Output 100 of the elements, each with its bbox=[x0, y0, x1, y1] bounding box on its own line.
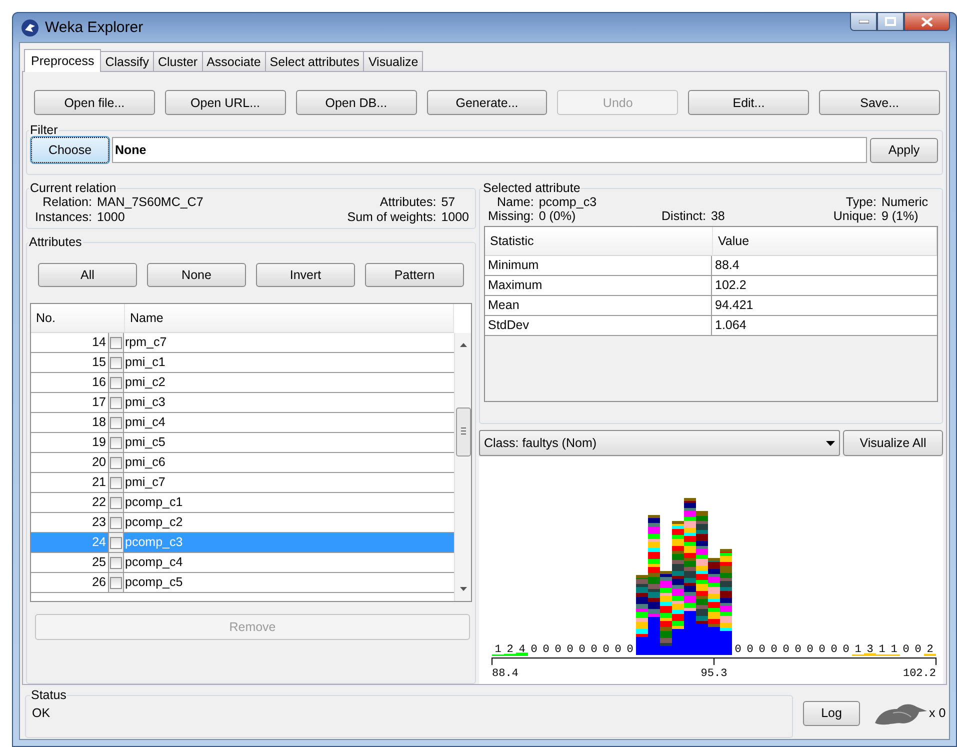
toolbar-button[interactable]: Save... bbox=[819, 90, 940, 115]
bin-count: 0 bbox=[734, 644, 742, 656]
visualize-all-button[interactable]: Visualize All bbox=[843, 430, 943, 456]
table-cell-text: pmi_c6 bbox=[124, 454, 166, 471]
column-header: Statistic bbox=[485, 227, 713, 255]
table-cell-text: 1.064 bbox=[714, 317, 748, 334]
task-count: x 0 bbox=[929, 706, 946, 720]
select-button[interactable]: All bbox=[38, 263, 137, 287]
table-row[interactable]: 15 pmi_c1 bbox=[31, 353, 454, 373]
tab[interactable]: Preprocess bbox=[24, 49, 102, 72]
toolbar-button[interactable]: Generate... bbox=[426, 90, 548, 115]
group-title: Selected attribute bbox=[482, 181, 582, 195]
table-row[interactable]: 25 pcomp_c4 bbox=[31, 553, 454, 573]
field-label: Attributes: bbox=[378, 195, 436, 209]
checkbox[interactable] bbox=[110, 416, 122, 428]
field-value: 9 (1%) bbox=[881, 209, 920, 223]
bin-count: 0 bbox=[590, 644, 598, 656]
tab[interactable]: Select attributes bbox=[264, 51, 364, 71]
tab[interactable]: Visualize bbox=[363, 51, 424, 71]
bin-count: 0 bbox=[566, 644, 574, 656]
checkbox[interactable] bbox=[110, 516, 122, 528]
checkbox[interactable] bbox=[110, 436, 122, 448]
bin-count: 0 bbox=[782, 644, 790, 656]
filter-field[interactable]: None bbox=[112, 137, 867, 163]
tab[interactable]: Associate bbox=[202, 51, 266, 71]
table-cell-text: pmi_c4 bbox=[124, 414, 166, 431]
select-button[interactable]: None bbox=[147, 263, 246, 287]
choose-button[interactable]: Choose bbox=[31, 137, 109, 163]
field-value: Numeric bbox=[881, 195, 928, 209]
bin-count: 0 bbox=[806, 644, 814, 656]
checkbox[interactable] bbox=[110, 496, 122, 508]
bin-count: 0 bbox=[770, 644, 778, 656]
toolbar-button[interactable]: Open file... bbox=[34, 90, 155, 115]
select-button[interactable]: Pattern bbox=[365, 263, 464, 287]
table-row[interactable]: 17 pmi_c3 bbox=[31, 393, 454, 413]
field-value: MAN_7S60MC_C7 bbox=[96, 195, 204, 209]
table-row[interactable]: 23 pcomp_c2 bbox=[31, 513, 454, 533]
table-row[interactable]: 21 pmi_c7 bbox=[31, 473, 454, 493]
bin-count: 0 bbox=[746, 644, 754, 656]
table-cell: Minimum bbox=[485, 256, 712, 275]
checkbox[interactable] bbox=[110, 396, 122, 408]
toolbar-button[interactable]: Edit... bbox=[688, 90, 810, 115]
group-title: Status bbox=[30, 688, 68, 702]
table-row[interactable]: 26 pcomp_c5 bbox=[31, 573, 454, 593]
table-cell: Mean bbox=[485, 296, 712, 315]
checkbox[interactable] bbox=[110, 576, 122, 588]
tab[interactable]: Classify bbox=[100, 51, 154, 71]
app-icon bbox=[21, 18, 39, 36]
bin-count: 2 bbox=[506, 644, 514, 656]
table-cell-text: 102.2 bbox=[714, 277, 748, 294]
table-row[interactable]: 18 pmi_c4 bbox=[31, 413, 454, 433]
bin-count: 0 bbox=[626, 644, 634, 656]
field-label: Distinct: bbox=[662, 209, 706, 223]
checkbox[interactable] bbox=[110, 456, 122, 468]
field-value: 1000 bbox=[441, 210, 469, 224]
checkbox[interactable] bbox=[110, 376, 122, 388]
field-label: Sum of weights: bbox=[347, 210, 436, 224]
table-cell-text: 20 bbox=[91, 454, 107, 471]
checkbox[interactable] bbox=[110, 536, 122, 548]
checkbox[interactable] bbox=[110, 556, 122, 568]
tab[interactable]: Cluster bbox=[153, 51, 203, 71]
bin-count: 1 bbox=[854, 644, 862, 656]
class-dropdown[interactable]: Class: faultys (Nom) bbox=[479, 430, 840, 456]
table-cell-text: 26 bbox=[91, 574, 107, 591]
bin-count: 0 bbox=[842, 644, 850, 656]
close-button[interactable] bbox=[904, 12, 950, 31]
field-label: Unique: bbox=[833, 209, 876, 223]
toolbar-button[interactable]: Open URL... bbox=[164, 90, 286, 115]
checkbox[interactable] bbox=[110, 336, 122, 348]
select-button[interactable]: Invert bbox=[256, 263, 355, 287]
table-cell-text: 88.4 bbox=[714, 257, 740, 274]
caret-icon bbox=[826, 440, 835, 446]
table-row[interactable]: 19 pmi_c5 bbox=[31, 433, 454, 453]
column-header: Name bbox=[125, 304, 454, 332]
minimize-button[interactable] bbox=[850, 12, 877, 31]
bin-count: 0 bbox=[530, 644, 538, 656]
group-title: Filter bbox=[29, 123, 59, 137]
scrollbar[interactable] bbox=[454, 333, 471, 601]
toolbar-button[interactable]: Open DB... bbox=[296, 90, 417, 115]
table-row[interactable]: 22 pcomp_c1 bbox=[31, 493, 454, 513]
group-title: Attributes bbox=[28, 235, 83, 249]
group-title: Current relation bbox=[29, 181, 118, 195]
apply-button[interactable]: Apply bbox=[870, 138, 938, 162]
table-cell-text: 24 bbox=[91, 534, 107, 551]
maximize-button[interactable] bbox=[877, 12, 904, 31]
table-row[interactable]: 14 rpm_c7 bbox=[31, 333, 454, 353]
log-button[interactable]: Log bbox=[803, 700, 860, 726]
table-cell-text: 17 bbox=[91, 394, 107, 411]
table-cell-text: pcomp_c5 bbox=[124, 574, 184, 591]
field-label: Relation: bbox=[42, 195, 92, 209]
bin-count: 0 bbox=[818, 644, 826, 656]
table-row[interactable]: 20 pmi_c6 bbox=[31, 453, 454, 473]
checkbox[interactable] bbox=[110, 356, 122, 368]
bin-count: 0 bbox=[554, 644, 562, 656]
checkbox[interactable] bbox=[110, 476, 122, 488]
field-label: Type: bbox=[844, 195, 876, 209]
table-cell-text: pcomp_c1 bbox=[124, 494, 184, 511]
bin-count: 2 bbox=[926, 644, 934, 656]
table-row[interactable]: 16 pmi_c2 bbox=[31, 373, 454, 393]
table-cell-text: pmi_c5 bbox=[124, 434, 166, 451]
